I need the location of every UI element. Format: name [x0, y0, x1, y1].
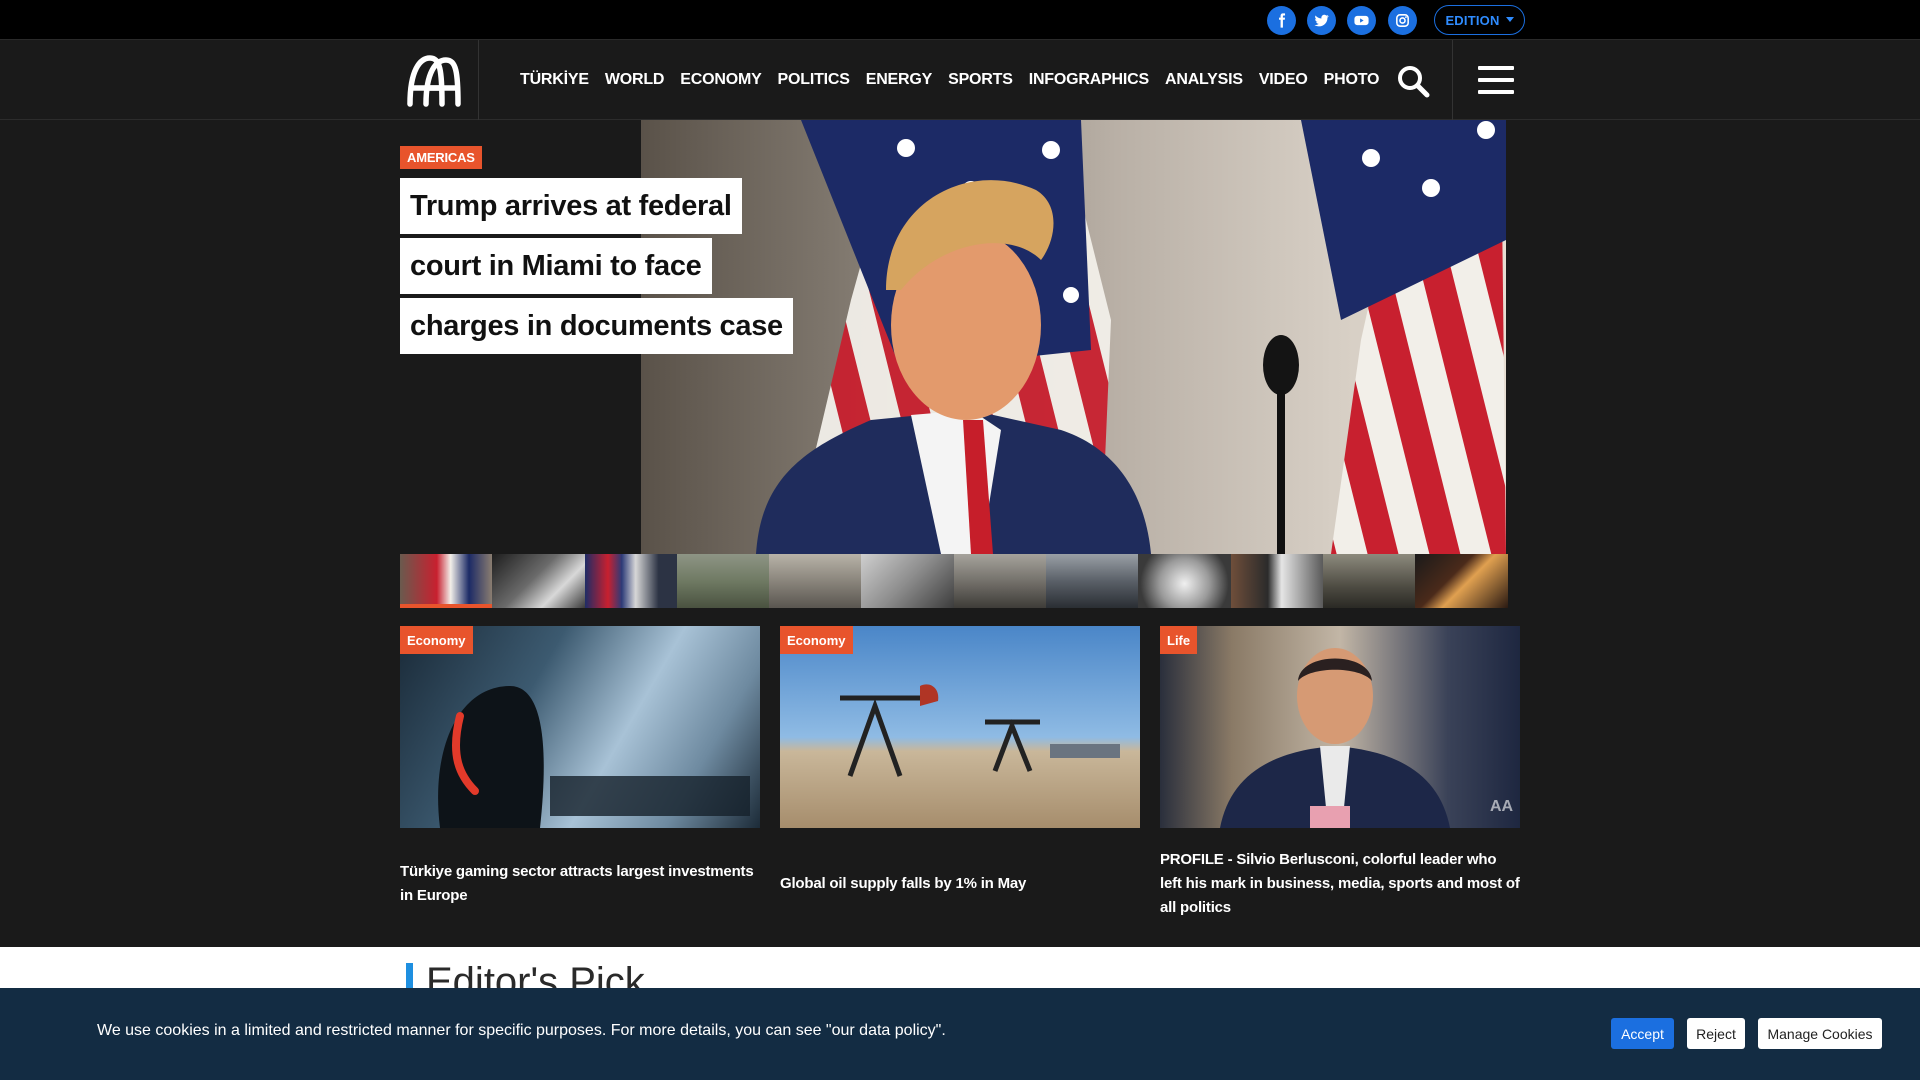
youtube-icon[interactable] — [1347, 6, 1376, 35]
edition-dropdown[interactable]: EDITION — [1434, 5, 1525, 35]
nav-item-photo[interactable]: PHOTO — [1324, 71, 1380, 89]
nav-item-infographics[interactable]: INFOGRAPHICS — [1029, 71, 1149, 89]
news-card-title[interactable]: Global oil supply falls by 1% in May — [780, 872, 1140, 896]
thumbnail-2[interactable] — [492, 554, 585, 608]
nav-divider — [1452, 40, 1453, 120]
cookie-banner: We use cookies in a limited and restrict… — [0, 988, 1920, 1080]
nav-divider — [478, 40, 479, 120]
edition-label: EDITION — [1445, 12, 1500, 28]
hero-category-tag[interactable]: AMERICAS — [400, 146, 482, 169]
thumbnail-5[interactable] — [769, 554, 862, 608]
cookie-text: We use cookies in a limited and restrict… — [97, 1022, 946, 1039]
nav-item-turkiye[interactable]: TÜRKİYE — [520, 71, 589, 89]
nav-item-energy[interactable]: ENERGY — [866, 71, 933, 89]
hero-headline-line[interactable]: court in Miami to face — [400, 238, 712, 294]
reject-cookies-button[interactable]: Reject — [1687, 1018, 1745, 1049]
news-card-image[interactable]: Economy — [780, 626, 1140, 828]
nav-item-video[interactable]: VIDEO — [1259, 71, 1308, 89]
chevron-down-icon — [1505, 16, 1514, 22]
aa-logo[interactable] — [400, 50, 468, 110]
nav-item-politics[interactable]: POLITICS — [778, 71, 850, 89]
svg-text:AA: AA — [1490, 798, 1514, 815]
thumbnail-1[interactable] — [400, 554, 493, 608]
thumbnail-10[interactable] — [1230, 554, 1323, 608]
news-card-image[interactable]: Economy — [400, 626, 760, 828]
hero-headline[interactable]: Trump arrives at federal court in Miami … — [400, 178, 800, 358]
hamburger-menu-icon[interactable] — [1478, 66, 1514, 94]
nav-item-sports[interactable]: SPORTS — [948, 71, 1013, 89]
hero-thumbnail-strip — [400, 554, 1508, 608]
thumbnail-7[interactable] — [953, 554, 1047, 608]
search-icon[interactable] — [1396, 64, 1430, 98]
accept-cookies-button[interactable]: Accept — [1611, 1018, 1674, 1049]
news-card-2[interactable]: Economy Global oil supply falls by 1% in… — [780, 626, 1140, 892]
nav-item-analysis[interactable]: ANALYSIS — [1165, 71, 1243, 89]
hero-headline-line[interactable]: charges in documents case — [400, 298, 793, 354]
thumbnail-8[interactable] — [1046, 554, 1139, 608]
manage-cookies-button[interactable]: Manage Cookies — [1758, 1018, 1882, 1049]
thumbnail-4[interactable] — [676, 554, 770, 608]
main-nav: TÜRKİYE WORLD ECONOMY POLITICS ENERGY SP… — [0, 40, 1920, 120]
thumbnail-9[interactable] — [1138, 554, 1231, 608]
thumbnail-3[interactable] — [584, 554, 677, 608]
nav-menu: TÜRKİYE WORLD ECONOMY POLITICS ENERGY SP… — [520, 40, 1379, 120]
twitter-icon[interactable] — [1307, 6, 1336, 35]
news-card-tag[interactable]: Economy — [400, 626, 473, 654]
nav-item-economy[interactable]: ECONOMY — [680, 71, 761, 89]
news-card-tag[interactable]: Life — [1160, 626, 1198, 654]
thumbnail-12[interactable] — [1415, 554, 1508, 608]
thumbnail-11[interactable] — [1322, 554, 1416, 608]
instagram-icon[interactable] — [1388, 6, 1417, 35]
facebook-icon[interactable] — [1267, 6, 1296, 35]
news-card-image[interactable]: AA Life — [1160, 626, 1520, 828]
thumbnail-6[interactable] — [861, 554, 954, 608]
news-card-1[interactable]: Economy Türkiye gaming sector attracts l… — [400, 626, 760, 904]
nav-item-world[interactable]: WORLD — [605, 71, 665, 89]
top-bar: EDITION — [0, 0, 1920, 40]
hero-headline-line[interactable]: Trump arrives at federal — [400, 178, 742, 234]
news-card-title[interactable]: PROFILE - Silvio Berlusconi, colorful le… — [1160, 848, 1520, 920]
news-card-tag[interactable]: Economy — [780, 626, 853, 654]
news-card-3[interactable]: AA Life PROFILE - Silvio Berlusconi, col… — [1160, 626, 1520, 916]
news-card-title[interactable]: Türkiye gaming sector attracts largest i… — [400, 860, 760, 908]
